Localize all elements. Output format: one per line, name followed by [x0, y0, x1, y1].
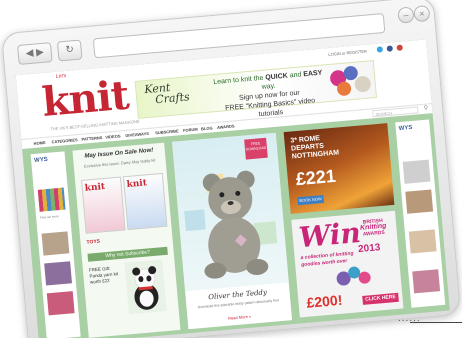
magazine-cover-2[interactable]: knit: [122, 172, 168, 231]
read-more-link[interactable]: Read More »: [188, 310, 292, 324]
wys-logo: WYS: [33, 156, 49, 165]
model-image: [402, 159, 431, 184]
awards-line-3: AWARDS: [362, 229, 386, 238]
nav-patterns[interactable]: PATTERNS: [81, 135, 102, 142]
issue-subtitle: Exclusive this issue: Daisy May teddy ki…: [83, 157, 156, 169]
screenshot-canvas: ◀ ▶ ↻ – × Let's knit THE UK'S BEST-SELLI…: [0, 0, 462, 338]
free-gift-text: FREE Gift: Panda yarn kit worth £22: [88, 265, 119, 285]
banner-line1-pre: Learn to knit the: [213, 74, 266, 87]
rome-ad-headline: 3* ROME DEPARTS NOTTINGHAM: [290, 133, 339, 161]
issue-footer-label: TOYS: [86, 238, 101, 246]
click-here-button[interactable]: CLICK HERE: [362, 292, 399, 305]
british-knitting-awards-logo: BRITISH Knitting AWARDS: [354, 217, 393, 238]
back-forward-buttons[interactable]: ◀ ▶: [17, 42, 53, 65]
browser-window: ◀ ▶ ↻ – × Let's knit THE UK'S BEST-SELLI…: [0, 0, 462, 338]
forward-arrow-icon[interactable]: ▶: [36, 47, 45, 59]
twitter-icon[interactable]: [376, 46, 384, 53]
nav-videos[interactable]: VIDEOS: [105, 133, 121, 139]
free-download-badge[interactable]: FREE DOWNLOAD: [244, 137, 268, 160]
knit-sample-image-5: [412, 269, 441, 294]
book-now-button[interactable]: BOOK NOW: [297, 194, 324, 206]
magazine-cover-1-logo: knit: [84, 181, 106, 194]
site-logo[interactable]: knit: [40, 72, 130, 126]
current-issue-panel[interactable]: May Issue On Sale Now! Exclusive this is…: [72, 142, 181, 338]
nav-giveaways[interactable]: GIVEAWAYS: [125, 131, 149, 138]
cream-yarn-ball-icon: [354, 75, 372, 93]
banner-easy: EASY: [303, 69, 323, 79]
banner-line1-post: way.: [261, 82, 276, 91]
prize-amount: £200!: [305, 291, 343, 311]
kent-crafts-banner[interactable]: Kent Crafts Learn to knit the QUICK and …: [134, 60, 378, 119]
banner-line1-mid: and: [287, 71, 304, 80]
knit-sample-image-2: [44, 261, 73, 286]
back-arrow-icon[interactable]: ◀: [25, 48, 34, 60]
nav-home[interactable]: HOME: [33, 140, 45, 146]
cardigan-image: [405, 189, 434, 214]
brand-line-2: Crafts: [154, 90, 191, 107]
pinterest-icon[interactable]: [396, 44, 403, 51]
decorative-line: [410, 322, 462, 323]
login-register-link[interactable]: LOGIN or REGISTER: [328, 49, 367, 57]
rome-travel-ad[interactable]: 3* ROME DEPARTS NOTTINGHAM £221 BOOK NOW: [283, 123, 395, 214]
orange-yarn-ball-icon: [336, 81, 352, 97]
knit-sample-image-3: [46, 291, 75, 316]
facebook-icon[interactable]: [386, 45, 394, 52]
magazine-cover-1[interactable]: knit: [81, 176, 126, 234]
awards-year: 2013: [357, 242, 381, 256]
teddy-bear-illustration: [184, 170, 278, 279]
close-button[interactable]: ×: [413, 5, 431, 23]
web-page: Let's knit THE UK'S BEST-SELLING KNITTIN…: [15, 39, 450, 338]
search-input[interactable]: SEARCH: [372, 106, 419, 118]
minus-icon: –: [402, 9, 409, 21]
yarn-swatch-image: [37, 187, 66, 212]
right-sidebar-ad[interactable]: WYS: [395, 119, 446, 308]
reload-icon: ↻: [65, 44, 75, 56]
magazine-cover-2-logo: knit: [126, 178, 148, 191]
banner-quick: QUICK: [265, 72, 289, 82]
pink-yarn-icon: [358, 271, 372, 285]
minimize-button[interactable]: –: [397, 6, 415, 24]
nav-awards[interactable]: AWARDS: [217, 123, 235, 130]
knit-sample-image-4: [408, 229, 437, 254]
nav-subscribe[interactable]: SUBSCRIBE: [155, 128, 179, 135]
kent-crafts-brand: Kent Crafts: [144, 80, 190, 106]
left-sidebar-ad[interactable]: WYS Find out more: [30, 151, 81, 338]
rome-price: £221: [294, 165, 337, 190]
nav-forum[interactable]: FORUM: [183, 127, 198, 133]
nav-blog[interactable]: BLOG: [201, 125, 213, 131]
browser-tilted: ◀ ▶ ↻ – × Let's knit THE UK'S BEST-SELLI…: [0, 0, 462, 338]
win-heading: Win: [297, 215, 363, 255]
search-icon[interactable]: ⚲: [423, 105, 428, 111]
teddy-feature-panel[interactable]: FREE DOWNLOAD Oliver the Teddy Download …: [172, 132, 293, 330]
knit-sample-image: [41, 231, 70, 256]
knitting-awards-ad[interactable]: Win a collection of knitting goodies wor…: [291, 210, 404, 318]
left-ad-caption: Find out more: [40, 214, 59, 220]
reload-button[interactable]: ↻: [56, 39, 83, 62]
panda-toy-image: [124, 259, 167, 315]
close-icon: ×: [418, 8, 425, 19]
wys-logo-right: WYS: [398, 124, 413, 133]
teddy-image[interactable]: FREE DOWNLOAD: [172, 132, 289, 292]
nav-categories[interactable]: CATEGORIES: [51, 137, 77, 144]
